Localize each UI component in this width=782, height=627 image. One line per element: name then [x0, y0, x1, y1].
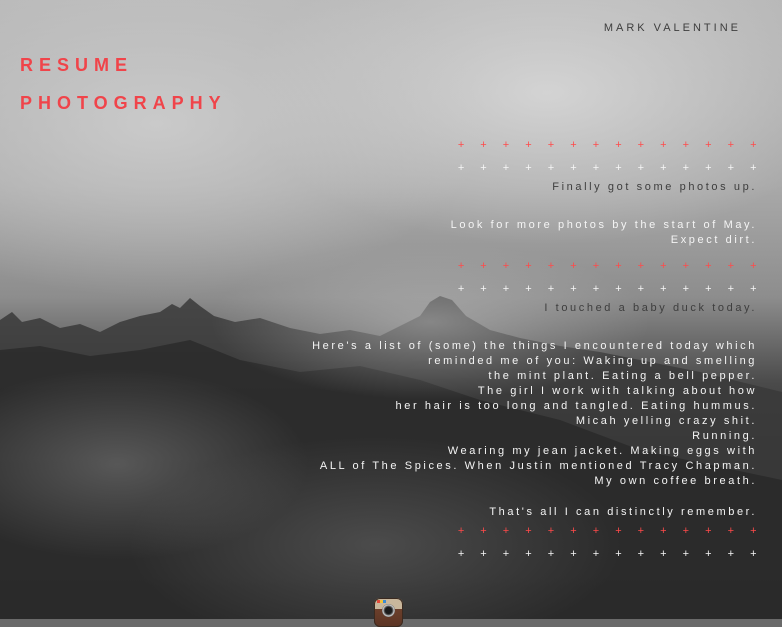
post: I touched a baby duck today. — [197, 301, 757, 316]
main-nav: RESUME PHOTOGRAPHY — [20, 46, 227, 122]
post-text: Expect dirt. — [670, 234, 757, 246]
separator-white: + + + + + + + + + + + + + + — [457, 548, 763, 560]
instagram-icon[interactable] — [374, 598, 403, 627]
post-text: reminded me of you: Waking up and smelli… — [428, 355, 757, 367]
nav-link-photography[interactable]: PHOTOGRAPHY — [20, 84, 227, 122]
post-text: Wearing my jean jacket. Making eggs with — [447, 445, 757, 457]
post-text: Finally got some photos up. — [552, 181, 757, 193]
camera-lens-icon — [382, 604, 395, 617]
post-text: her hair is too long and tangled. Eating… — [395, 400, 757, 412]
separator-red: + + + + + + + + + + + + + + — [457, 260, 763, 272]
post: Look for more photos by the start of May… — [197, 218, 757, 248]
post-feed: + + + + + + + + + + + + + + + + + + + + … — [197, 134, 757, 566]
post: Finally got some photos up. — [197, 180, 757, 195]
post-text: the mint plant. Eating a bell pepper. — [488, 370, 757, 382]
post-text: Look for more photos by the start of May… — [450, 219, 757, 231]
post-closing: That's all I can distinctly remember. — [489, 506, 757, 518]
separator-white: + + + + + + + + + + + + + + — [457, 283, 763, 295]
separator-white: + + + + + + + + + + + + + + — [457, 162, 763, 174]
separator-red: + + + + + + + + + + + + + + — [457, 139, 763, 151]
author-name[interactable]: MARK VALENTINE — [604, 22, 741, 34]
post-text: I touched a baby duck today. — [544, 302, 757, 314]
post-text: Micah yelling crazy shit. — [575, 415, 757, 427]
instagram-stripe — [377, 600, 386, 603]
post-text: The girl I work with talking about how — [477, 385, 757, 397]
post-text: Here's a list of (some) the things I enc… — [312, 340, 757, 352]
post-text: Running. — [692, 430, 757, 442]
nav-link-resume[interactable]: RESUME — [20, 46, 227, 84]
separator-red: + + + + + + + + + + + + + + — [457, 525, 763, 537]
post-text: My own coffee breath. — [594, 475, 757, 487]
post: Here's a list of (some) the things I enc… — [197, 339, 757, 520]
post-text: ALL of The Spices. When Justin mentioned… — [319, 460, 757, 472]
